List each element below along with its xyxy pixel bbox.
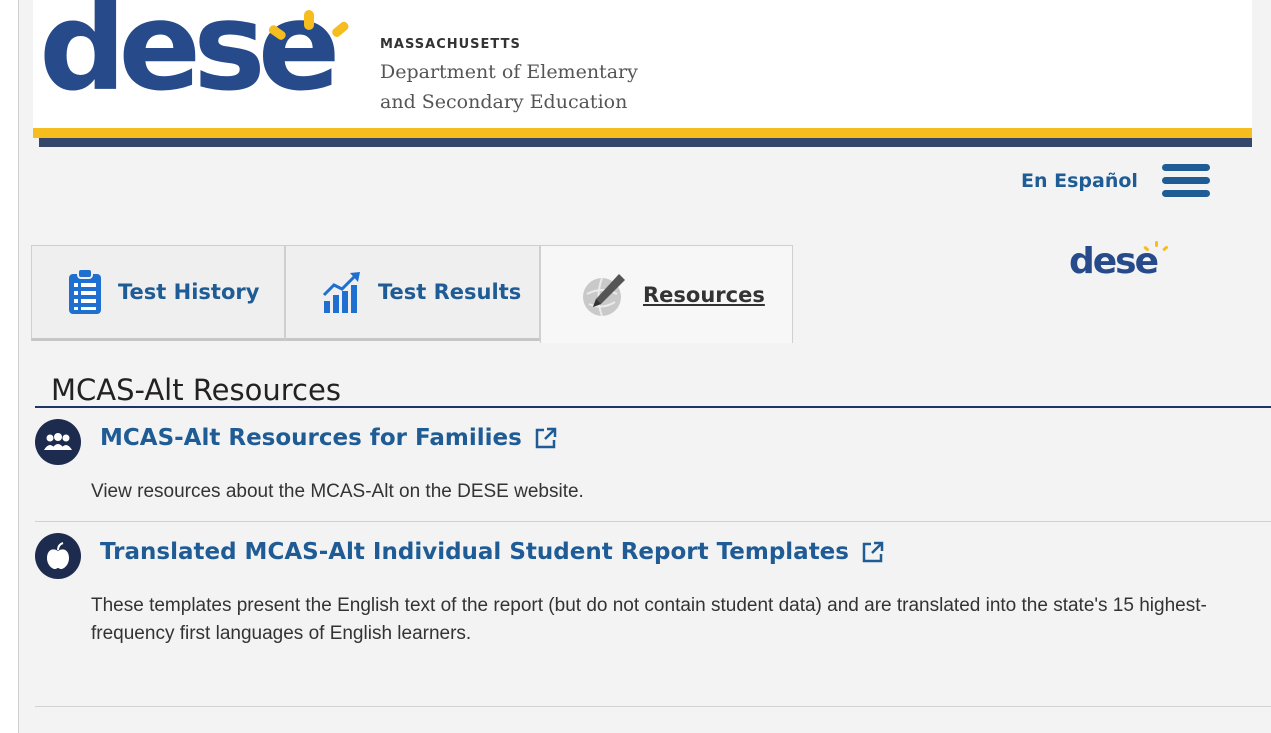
tab-test-history-label: Test History — [118, 280, 260, 304]
hamburger-menu-icon[interactable] — [1162, 164, 1212, 200]
mini-sun-rays-icon — [1143, 241, 1168, 252]
section-title: MCAS-Alt Resources — [51, 373, 341, 407]
bar-chart-icon — [322, 272, 360, 313]
external-link-icon — [535, 427, 557, 449]
tab-resources[interactable]: Resources — [540, 245, 793, 343]
tab-test-results[interactable]: Test Results — [285, 245, 540, 341]
resource-link-report-templates[interactable]: Translated MCAS-Alt Individual Student R… — [100, 539, 885, 565]
resource-desc-families: View resources about the MCAS-Alt on the… — [91, 481, 584, 502]
resource-link-families[interactable]: MCAS-Alt Resources for Families — [100, 425, 558, 451]
sun-rays-icon — [269, 10, 349, 40]
resource-link-report-templates-label: Translated MCAS-Alt Individual Student R… — [100, 539, 849, 565]
section-rule — [35, 406, 1271, 408]
language-toggle-link[interactable]: En Español — [1021, 170, 1138, 192]
apple-icon — [35, 533, 81, 579]
page-frame: dese MASSACHUSETTS Department of Element… — [18, 0, 1271, 733]
clipboard-list-icon — [69, 269, 101, 314]
item-divider — [35, 521, 1271, 522]
tab-test-history[interactable]: Test History — [31, 245, 285, 341]
bottom-divider — [35, 706, 1271, 707]
header-stripe-navy — [39, 138, 1252, 147]
header-stripe-yellow — [33, 128, 1252, 138]
tab-test-results-label: Test Results — [378, 280, 522, 304]
resource-link-families-label: MCAS-Alt Resources for Families — [100, 425, 522, 451]
family-group-icon — [35, 419, 81, 465]
agency-name: Department of Elementary and Secondary E… — [380, 61, 638, 113]
agency-state: MASSACHUSETTS — [380, 37, 521, 52]
tab-resources-label: Resources — [643, 282, 765, 307]
resource-desc-report-templates: These templates present the English text… — [91, 595, 1207, 644]
agency-block: MASSACHUSETTS Department of Elementary a… — [380, 37, 638, 117]
pencil-globe-icon — [583, 273, 625, 316]
site-header: dese MASSACHUSETTS Department of Element… — [33, 0, 1252, 135]
external-link-icon — [862, 541, 884, 563]
